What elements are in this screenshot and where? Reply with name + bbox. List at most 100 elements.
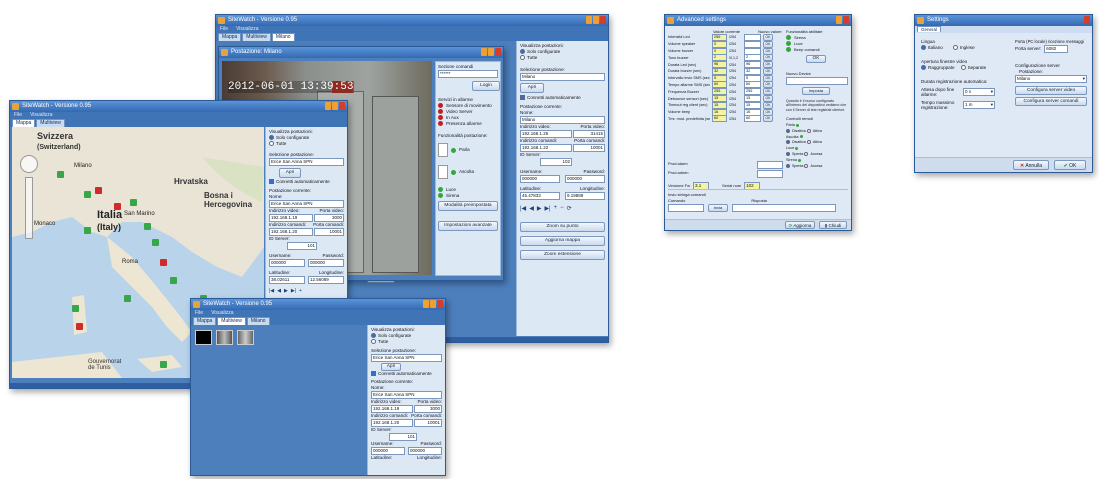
video-thumbnail[interactable] [237,330,254,345]
param-ok-button[interactable]: OK [763,40,773,48]
param-ok-button[interactable]: OK [763,115,773,123]
remote-control-item[interactable]: Luce Spenta Accesa [786,146,848,157]
close-icon[interactable] [600,16,606,24]
menu-view[interactable]: Visualizza [30,112,52,118]
open-button[interactable]: Apri [381,363,401,371]
cmd-port-field[interactable]: 10001 [414,419,442,427]
tab-map[interactable]: Mappa [193,317,217,325]
station-pin-icon[interactable] [160,259,167,266]
username-field[interactable]: 000000 [520,175,560,183]
close-icon[interactable] [437,300,443,308]
station-pin-icon[interactable] [160,361,167,368]
cancel-button[interactable]: ✕ Annulla [1013,160,1049,170]
name-field[interactable]: Erice San Anna SPN [269,200,344,208]
auto-connect-checkbox[interactable]: Connetti automaticamente [520,95,605,101]
cmd-port-field[interactable]: 10001 [573,144,605,152]
prev-icon[interactable]: ◀ [529,205,534,212]
tab-map[interactable]: Mappa [218,33,242,41]
prev-icon[interactable]: ◀ [277,288,281,294]
name-field[interactable]: Milano [520,116,605,124]
tab-multiview[interactable]: Multiview [242,33,271,41]
lon-field[interactable]: 9.19889 [565,192,605,200]
menu-view[interactable]: Visualizza [211,310,233,316]
close-icon[interactable] [339,102,345,110]
server-id-field[interactable]: 101 [389,433,417,441]
cmd-addr-field[interactable]: 192.168.1.20 [371,419,413,427]
username-field[interactable]: 000000 [269,259,305,267]
last-icon[interactable]: ▶| [291,288,296,294]
video-thumbnail[interactable] [216,330,233,345]
video-addr-field[interactable]: 192.168.1.19 [371,405,413,413]
zoom-extent-button[interactable]: Zoom estensione [520,250,605,260]
zoom-point-button[interactable]: Zoom su punto [520,222,605,232]
radio-grouped[interactable]: Raggruppate [921,65,955,71]
video-port-field[interactable]: 31415 [573,130,605,138]
video-port-field[interactable]: 3000 [414,405,442,413]
station-pin-icon[interactable] [170,277,177,284]
close-icon[interactable] [495,48,501,56]
station-pin-icon[interactable] [130,199,137,206]
menu-view[interactable]: Visualizza [236,26,258,32]
param-new[interactable]: 60 [744,115,761,123]
maximize-icon[interactable] [488,48,494,56]
remote-control-item[interactable]: Ascolta Disattiva Attiva [786,135,848,146]
max-time-select[interactable]: 1 m ▾ [963,101,995,109]
open-button[interactable]: Apri [520,83,544,93]
station-pin-icon[interactable] [95,187,102,194]
first-icon[interactable]: |◀ [269,288,274,294]
tab-general[interactable]: General [917,26,942,32]
menu-file[interactable]: File [14,112,22,118]
station-select[interactable]: Milano [520,73,605,81]
video-thumbnail[interactable] [195,330,212,345]
station-pin-icon[interactable] [57,171,64,178]
command-field[interactable] [668,204,704,212]
tab-multiview[interactable]: Multiview [217,317,246,325]
lon-field[interactable]: 12.56089 [308,276,344,284]
station-pin-icon[interactable] [124,295,131,302]
station-pin-icon[interactable] [152,239,159,246]
video-port-field[interactable]: 3000 [314,214,344,222]
username-field[interactable]: 000000 [371,447,405,455]
map-zoom-slider[interactable] [25,177,33,239]
cmd-password-field[interactable]: ****** [438,70,498,78]
feature-beep-toggle[interactable]: Beep comandi [786,47,848,53]
remote-control-item[interactable]: Parla Disattiva Attiva [786,123,848,134]
lat-field[interactable]: 38.02611 [269,276,305,284]
new-device-field[interactable] [786,77,848,85]
name-field[interactable]: Erice San Anna SPN [371,391,442,399]
first-icon[interactable]: |◀ [520,205,526,212]
send-button[interactable]: Invia [708,204,728,212]
next-icon[interactable]: ▶ [284,288,288,294]
video-addr-field[interactable]: 192.168.1.25 [520,130,572,138]
minimize-icon[interactable] [586,16,592,24]
maximize-icon[interactable] [332,102,338,110]
minimize-icon[interactable] [836,16,842,24]
next-icon[interactable]: ▶ [537,205,542,212]
cmd-addr-field[interactable]: 192.168.1.22 [520,144,572,152]
maximize-icon[interactable] [430,300,436,308]
lat-field[interactable]: 45.47833 [520,192,560,200]
minimize-icon[interactable] [325,102,331,110]
auto-connect-checkbox[interactable]: Connetti automaticamente [371,371,442,377]
station-select[interactable]: Erice San Anna SPN [371,354,442,362]
update-button[interactable]: ⟳ Aggiorna [785,221,815,229]
password-field[interactable]: 000000 [308,259,344,267]
feature-talk[interactable]: Parla [438,143,498,157]
station-pin-icon[interactable] [114,203,121,210]
update-map-button[interactable]: Aggiorna mappa [520,236,605,246]
tab-milano[interactable]: Milano [271,33,295,41]
advanced-settings-button[interactable]: Impostazioni avanzate [438,221,498,231]
set-button[interactable]: Imposta [802,87,830,95]
radio-italian[interactable]: Italiano [921,45,943,51]
ok-button[interactable]: ✔ OK [1054,160,1086,170]
password-field[interactable]: 000000 [565,175,605,183]
refresh-icon[interactable]: ⟳ [567,205,572,212]
tab-milano[interactable]: Milano [246,317,270,325]
tab-map[interactable]: Mappa [12,119,36,127]
server-id-field[interactable]: 101 [287,242,317,250]
password-field[interactable]: 000000 [408,447,442,455]
last-icon[interactable]: ▶| [544,205,550,212]
login-button[interactable]: Login [472,81,500,91]
close-button[interactable]: ▮ Chiudi [819,221,847,229]
param-ok-button[interactable]: OK [763,101,773,109]
